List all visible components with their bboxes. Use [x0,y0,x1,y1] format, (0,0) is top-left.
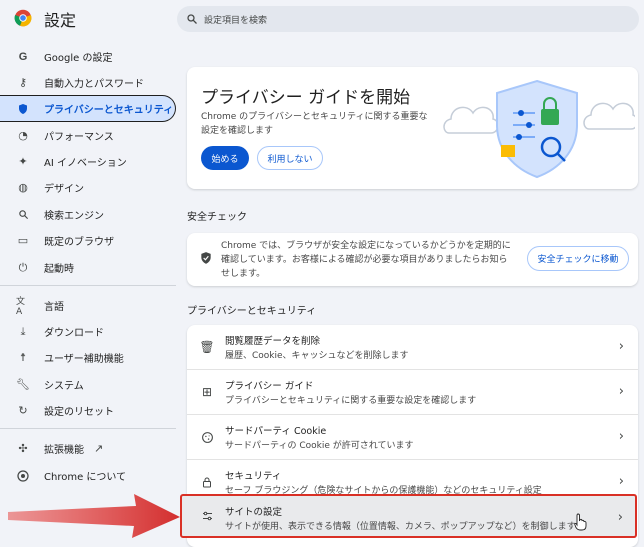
hand-cursor-icon [574,513,587,531]
annotation-arrow-icon [8,494,180,538]
list-item-site-settings[interactable]: サイトの設定 サイトが使用、表示できる情報（位置情報、カメラ、ポップアップなど）… [180,494,637,538]
sidebar-item-label: プライバシーとセキュリティ [44,105,174,116]
sparkle-icon: ✦ [18,155,28,168]
sidebar-item-system[interactable]: 🔧︎ システム [0,371,176,398]
row-subtitle: サイトが使用、表示できる情報（位置情報、カメラ、ポップアップなど）を制御します [225,522,576,532]
sidebar-item-privacy[interactable]: プライバシーとセキュリティ [0,95,176,122]
sidebar-item-design[interactable]: ◍ デザイン [0,174,176,201]
chevron-right-icon: › [617,510,623,525]
privacy-guide-card: プライバシー ガイドを開始 Chrome のプライバシーとセキュリティに関する重… [187,67,638,189]
list-item-clear-browsing-data[interactable]: 🗑︎ 閲覧履歴データを削除 履歴、Cookie、キャッシュなどを削除します › [187,325,638,369]
privacy-section-title: プライバシーとセキュリティ [187,306,317,317]
sidebar-item-google[interactable]: G Google の設定 [0,43,176,70]
row-title: プライバシー ガイド [225,381,314,392]
sidebar-item-label: 既定のブラウザ [44,237,114,248]
sidebar-item-label: 起動時 [44,264,74,275]
search-placeholder: 設定項目を検索 [204,15,268,26]
row-title: サイトの設定 [225,507,283,518]
privacy-illustration-icon [443,79,635,179]
search-input[interactable]: 設定項目を検索 [177,6,639,32]
sidebar-item-label: 拡張機能 [44,445,84,456]
row-title: サードパーティ Cookie [225,426,327,437]
sidebar-item-label: AI イノベーション [44,158,127,169]
chevron-right-icon: › [618,339,624,354]
chevron-right-icon: › [618,474,624,489]
sidebar-item-extensions[interactable]: ✣ 拡張機能 ↗ [0,435,176,462]
accessibility-icon: ☨ [20,351,26,364]
search-icon [16,208,30,222]
go-to-safety-check-button[interactable]: 安全チェックに移動 [527,246,629,271]
tune-icon [199,508,215,524]
sidebar-divider [0,285,176,286]
browser-window-icon: ▭ [17,234,29,247]
page-title: 設定 [44,11,77,30]
sidebar-item-label: 検索エンジン [44,211,104,222]
sidebar-item-label: デザイン [44,184,84,195]
google-icon: G [18,50,28,63]
list-item-privacy-guide[interactable]: ⊞ プライバシー ガイド プライバシーとセキュリティに関する重要な設定を確認しま… [187,370,638,414]
sidebar-item-ai[interactable]: ✦ AI イノベーション [0,148,176,175]
sidebar-item-languages[interactable]: 文A 言語 [0,292,176,319]
sidebar-item-label: Google の設定 [44,53,113,64]
guide-icon: ⊞ [201,385,213,399]
row-title: 閲覧履歴データを削除 [225,336,321,347]
sidebar-item-label: パフォーマンス [44,132,114,143]
safety-check-section-title: 安全チェック [187,212,247,223]
translate-icon: 文A [16,297,26,317]
row-subtitle: サードパーティの Cookie が許可されています [225,441,414,451]
sidebar-item-on-startup[interactable]: ⏻ 起動時 [0,254,176,281]
power-icon: ⏻ [18,260,28,274]
key-icon: ⚷ [18,76,28,89]
chrome-logo-icon [14,9,32,27]
sidebar-item-label: 言語 [44,302,64,313]
shield-check-icon [201,252,211,264]
lock-icon [199,474,215,490]
sidebar-item-label: ダウンロード [44,328,104,339]
open-in-new-icon: ↗ [94,442,104,455]
sidebar-item-label: ユーザー補助機能 [44,354,124,365]
palette-icon: ◍ [18,181,28,194]
chrome-icon [16,469,30,483]
privacy-guide-description: Chrome のプライバシーとセキュリティに関する重要な設定を確認します [201,112,428,136]
sidebar-item-reset[interactable]: ↻ 設定のリセット [0,397,176,424]
speedometer-icon: ◔ [18,129,28,142]
privacy-settings-list: 🗑︎ 閲覧履歴データを削除 履歴、Cookie、キャッシュなどを削除します › … [180,325,638,547]
reset-icon: ↻ [18,404,28,417]
privacy-guide-title: プライバシー ガイドを開始 [201,88,411,108]
cookie-icon [199,429,215,445]
safety-check-card: Chrome では、ブラウザが安全な設定になっているかどうかを定期的に確認してい… [187,233,638,286]
row-title: セキュリティ [225,471,282,482]
sidebar-item-search-engine[interactable]: 検索エンジン [0,201,176,228]
download-icon: ⤓ [20,324,26,338]
sidebar-item-downloads[interactable]: ⤓ ダウンロード [0,318,176,345]
sidebar-item-accessibility[interactable]: ☨ ユーザー補助機能 [0,344,176,371]
wrench-icon: 🔧︎ [16,378,30,391]
decline-guide-button[interactable]: 利用しない [257,146,323,170]
sidebar-item-default-browser[interactable]: ▭ 既定のブラウザ [0,227,176,254]
sidebar-item-label: 自動入力とパスワード [44,79,144,90]
sidebar-item-label: Chrome について [44,472,127,483]
sidebar-divider [0,428,176,429]
search-icon [187,14,197,24]
safety-check-text: Chrome では、ブラウザが安全な設定になっているかどうかを定期的に確認してい… [221,241,511,279]
row-subtitle: 履歴、Cookie、キャッシュなどを削除します [225,351,409,361]
row-subtitle: プライバシーとセキュリティに関する重要な設定を確認します [225,396,477,406]
sidebar-item-performance[interactable]: ◔ パフォーマンス [0,122,176,149]
sidebar-item-label: システム [44,381,84,392]
shield-icon [16,102,30,116]
start-guide-button[interactable]: 始める [201,146,249,170]
sidebar-item-autofill[interactable]: ⚷ 自動入力とパスワード [0,69,176,96]
trash-icon: 🗑︎ [199,340,215,354]
chevron-right-icon: › [618,384,624,399]
puzzle-icon: ✣ [18,442,28,455]
sidebar-item-about-chrome[interactable]: Chrome について [0,462,176,489]
chevron-right-icon: › [618,429,624,444]
sidebar-item-label: 設定のリセット [44,407,114,418]
list-item-third-party-cookies[interactable]: サードパーティ Cookie サードパーティの Cookie が許可されています… [187,415,638,459]
